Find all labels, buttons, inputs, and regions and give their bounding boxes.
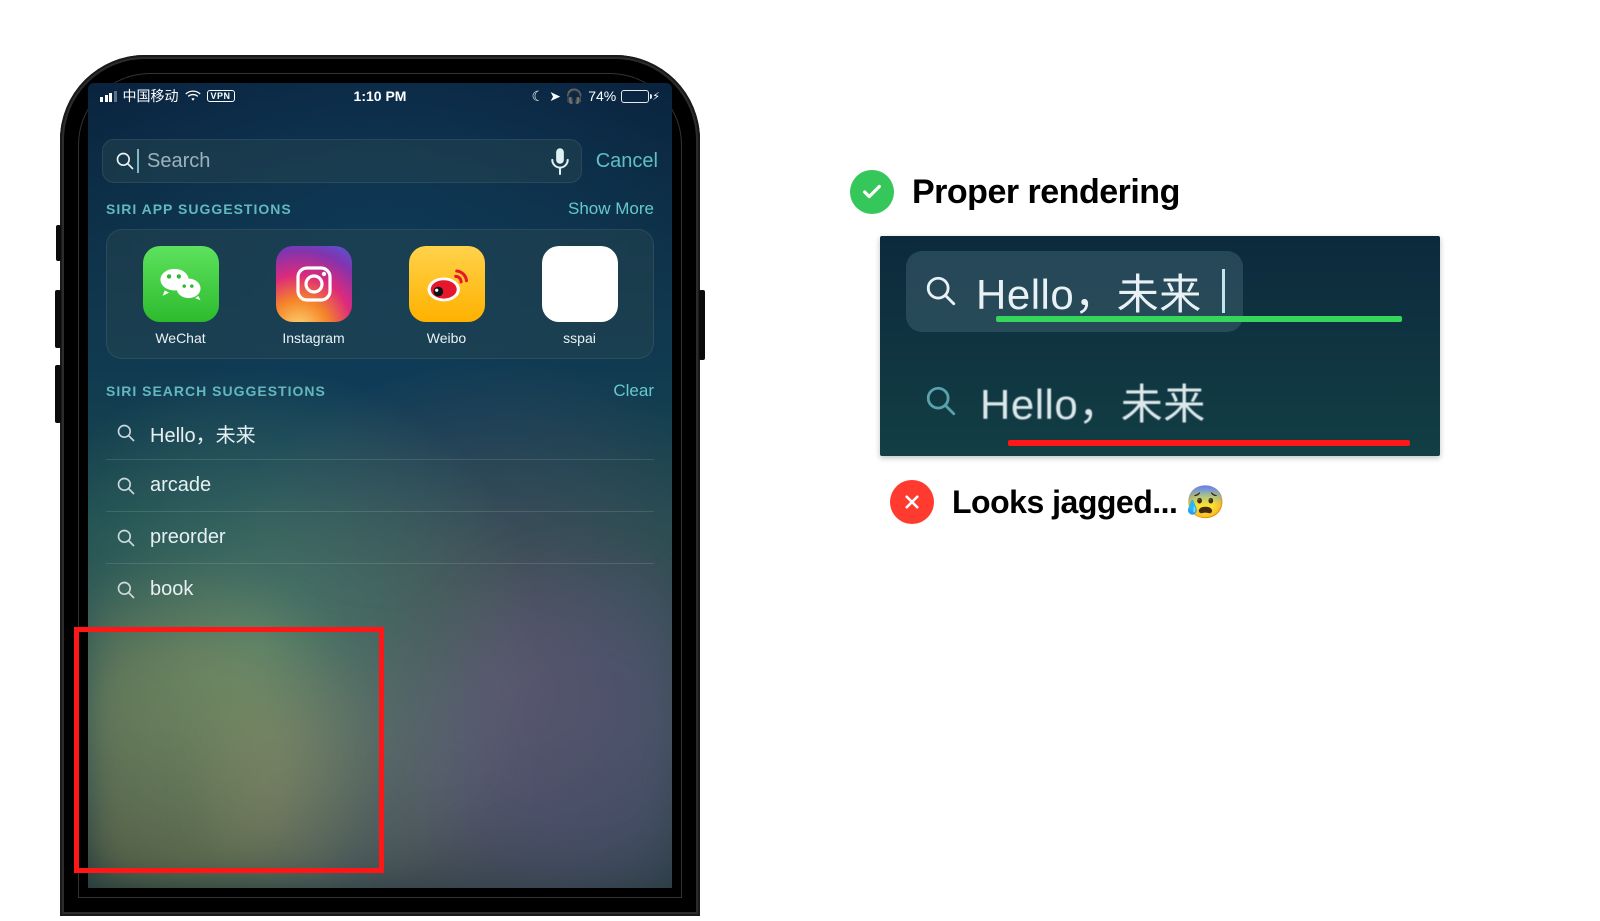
iphone-device-frame: 中国移动 VPN 1:10 PM ☾ ➤ 🎧 74% ⚡︎	[60, 55, 700, 916]
red-underline	[1008, 440, 1410, 446]
search-suggestion-item[interactable]: Hello，未来	[106, 407, 654, 459]
app-label: Instagram	[282, 330, 344, 346]
rendering-comparison-callout: Proper rendering Hello，未来 Hello，未来 Looks…	[850, 170, 1510, 524]
search-icon	[116, 423, 136, 443]
text-cursor	[1222, 269, 1225, 313]
app-wechat[interactable]: WeChat	[125, 246, 236, 346]
search-suggestion-item[interactable]: arcade	[106, 459, 654, 511]
cancel-button[interactable]: Cancel	[596, 150, 658, 173]
checkmark-badge-icon	[850, 170, 894, 214]
weibo-icon	[409, 246, 485, 322]
search-icon	[115, 151, 135, 171]
spotlight-search-field[interactable]: Search	[102, 139, 582, 183]
app-sspai[interactable]: π sspai	[524, 246, 635, 346]
jagged-sample-row: Hello，未来	[880, 346, 1440, 456]
green-underline	[996, 316, 1402, 322]
app-label: sspai	[563, 330, 596, 346]
sample-text-jagged: Hello，未来	[980, 371, 1206, 432]
section-title: SIRI APP SUGGESTIONS	[106, 201, 292, 217]
app-label: WeChat	[155, 330, 205, 346]
proper-rendering-text: Proper rendering	[912, 173, 1180, 212]
search-icon	[116, 476, 136, 496]
show-more-button[interactable]: Show More	[568, 199, 654, 219]
volume-down-button	[55, 365, 61, 423]
siri-app-suggestions: SIRI APP SUGGESTIONS Show More WeChat	[88, 189, 672, 359]
app-suggestions-card: WeChat Instagram	[106, 229, 654, 359]
siri-search-suggestions: SIRI SEARCH SUGGESTIONS Clear	[88, 359, 672, 401]
mute-switch	[56, 225, 61, 261]
app-label: Weibo	[427, 330, 466, 346]
search-icon	[924, 274, 958, 308]
suggestion-text: Hello，未来	[150, 419, 256, 448]
wechat-icon	[143, 246, 219, 322]
search-icon	[924, 384, 958, 418]
clear-button[interactable]: Clear	[613, 381, 654, 401]
volume-up-button	[55, 290, 61, 348]
sspai-icon: π	[542, 246, 618, 322]
clock: 1:10 PM	[88, 88, 672, 104]
cross-badge-icon	[890, 480, 934, 524]
crisp-sample-row: Hello，未来	[880, 236, 1440, 346]
suggestion-text: arcade	[150, 474, 211, 497]
battery-icon	[621, 90, 649, 103]
phone-screen: 中国移动 VPN 1:10 PM ☾ ➤ 🎧 74% ⚡︎	[88, 83, 672, 888]
app-instagram[interactable]: Instagram	[258, 246, 369, 346]
search-suggestion-list: Hello，未来 arcade preorder book	[106, 407, 654, 615]
instagram-icon	[276, 246, 352, 322]
jagged-rendering-text: Looks jagged... 😰	[952, 483, 1225, 521]
search-suggestion-item[interactable]: book	[106, 563, 654, 615]
app-weibo[interactable]: Weibo	[391, 246, 502, 346]
search-row: Search Cancel	[88, 133, 672, 189]
search-suggestion-item[interactable]: preorder	[106, 511, 654, 563]
suggestion-text: preorder	[150, 526, 226, 549]
suggestion-text: book	[150, 578, 193, 601]
proper-rendering-label: Proper rendering	[850, 170, 1510, 214]
section-title: SIRI SEARCH SUGGESTIONS	[106, 383, 326, 399]
text-cursor	[137, 149, 139, 173]
status-bar: 中国移动 VPN 1:10 PM ☾ ➤ 🎧 74% ⚡︎	[88, 83, 672, 109]
rendering-sample-panel: Hello，未来 Hello，未来	[880, 236, 1440, 456]
mic-icon[interactable]	[551, 147, 569, 175]
search-placeholder: Search	[147, 150, 551, 173]
search-icon	[116, 580, 136, 600]
power-button	[699, 290, 705, 360]
jagged-rendering-label: Looks jagged... 😰	[890, 480, 1510, 524]
search-icon	[116, 528, 136, 548]
sample-text-crisp: Hello，未来	[976, 261, 1202, 322]
